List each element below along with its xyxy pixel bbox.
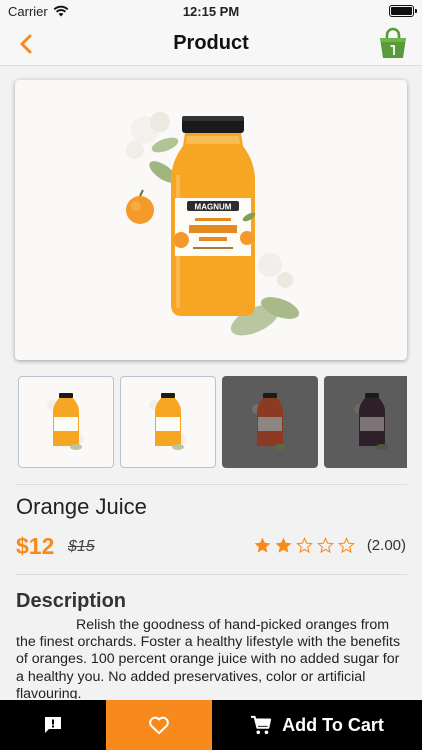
description-body: Relish the goodness of hand-picked orang… <box>16 617 401 699</box>
battery-icon <box>389 5 417 17</box>
carrier-label: Carrier <box>8 3 48 19</box>
divider <box>15 484 407 485</box>
thumbnail-3[interactable] <box>222 376 318 468</box>
product-name: Orange Juice <box>16 494 147 519</box>
add-to-cart-button[interactable]: Add To Cart <box>212 700 422 750</box>
cart-icon <box>251 715 272 735</box>
thumbnail-image <box>252 393 286 450</box>
product-rating: (2.00) <box>253 536 406 555</box>
bottle-brand-label: MAGNUM <box>195 203 232 212</box>
nav-bar: Product <box>0 22 422 66</box>
thumbnail-4[interactable] <box>324 376 407 468</box>
thumbnail-strip[interactable] <box>18 376 407 468</box>
wifi-icon <box>53 5 69 17</box>
add-to-cart-label: Add To Cart <box>282 714 384 735</box>
star-filled-icon <box>275 537 292 553</box>
thumbnail-2[interactable] <box>120 376 216 468</box>
status-left: Carrier <box>8 4 69 19</box>
chevron-left-icon <box>20 34 32 54</box>
thumbnail-image <box>149 393 186 450</box>
rating-value: (2.00) <box>366 537 406 554</box>
back-button[interactable] <box>12 30 40 58</box>
divider <box>15 574 407 575</box>
status-bar: Carrier 12:15 PM <box>0 0 422 22</box>
page-title: Product <box>173 32 249 54</box>
product-price: $12 <box>16 533 55 559</box>
product-old-price: $15 <box>68 538 95 555</box>
product-bottle-image: MAGNUM <box>126 112 300 336</box>
star-filled-icon <box>254 537 271 553</box>
bottom-action-bar: Add To Cart <box>0 700 422 750</box>
heart-icon <box>149 716 169 735</box>
star-empty-icon <box>295 537 313 554</box>
star-empty-icon <box>337 537 355 554</box>
feedback-icon <box>45 717 61 733</box>
cart-button[interactable] <box>378 27 408 59</box>
shopping-bag-icon <box>380 27 406 58</box>
description-title: Description <box>16 590 127 612</box>
thumbnail-image <box>354 393 388 450</box>
feedback-button[interactable] <box>0 700 106 750</box>
wishlist-button[interactable] <box>106 700 212 750</box>
thumbnail-image <box>47 393 84 450</box>
star-empty-icon <box>316 537 334 554</box>
thumbnail-1[interactable] <box>18 376 114 468</box>
main-product-image[interactable]: MAGNUM <box>15 80 407 360</box>
status-time: 12:15 PM <box>182 3 240 19</box>
